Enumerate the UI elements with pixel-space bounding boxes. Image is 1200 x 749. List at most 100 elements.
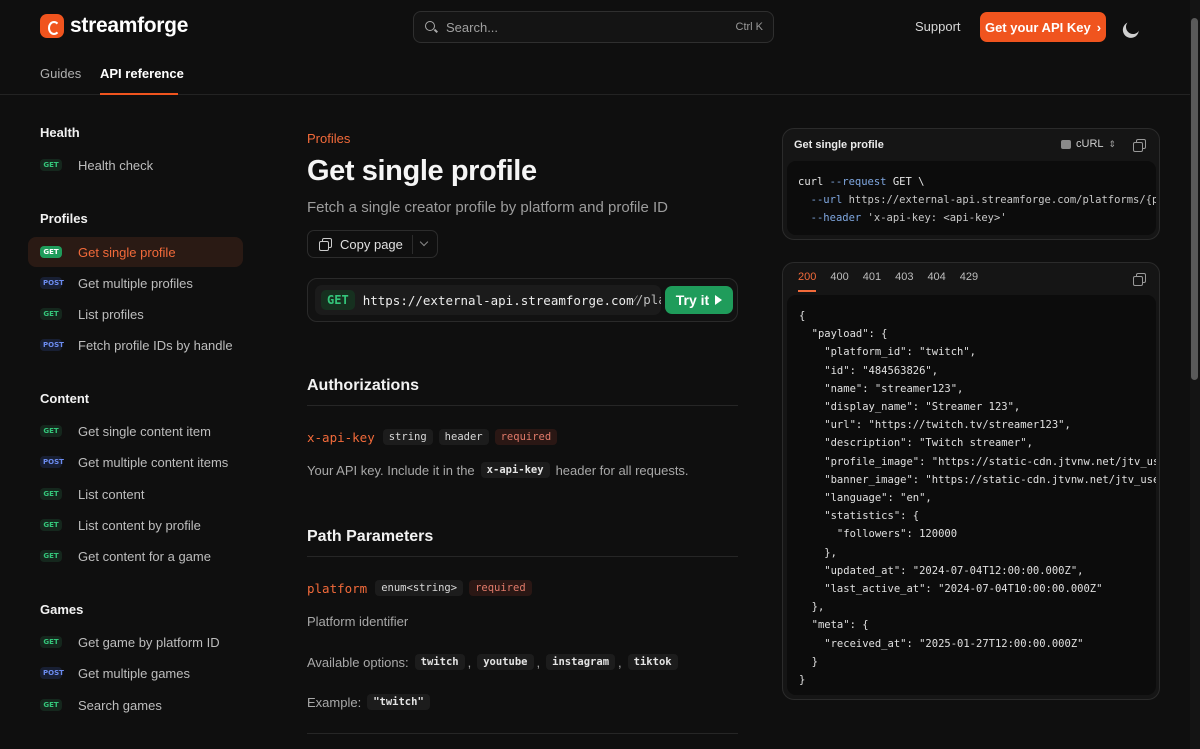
sidebar-item-get-single-content[interactable]: GET Get single content item <box>28 416 243 446</box>
param-type: string <box>382 429 433 445</box>
example-label: Example: <box>307 694 362 710</box>
option-value: youtube <box>477 654 534 670</box>
code-line: "banner_image": "https://static-cdn.jtvn… <box>799 473 1156 486</box>
path-parameters-heading: Path Parameters <box>307 528 434 545</box>
moon-icon[interactable] <box>1124 18 1142 36</box>
brand-logo[interactable]: streamforge <box>40 14 188 38</box>
tab-status-404[interactable]: 404 <box>927 271 945 292</box>
endpoint-url-field[interactable]: GET https://external-api.streamforge.com… <box>315 285 661 315</box>
sidebar-item-label: Health check <box>78 157 154 173</box>
inline-code: x-api-key <box>480 462 550 478</box>
code-line: curl --request GET \ <box>798 176 925 188</box>
search-icon <box>424 20 438 34</box>
code-line: "last_active_at": "2024-07-04T10:00:00.0… <box>799 583 1103 596</box>
brand-name: streamforge <box>70 14 189 37</box>
sidebar-item-get-game-by-platform-id[interactable]: GET Get game by platform ID <box>28 627 243 657</box>
terminal-icon <box>1061 139 1071 149</box>
method-badge: POST <box>40 667 64 679</box>
request-code-block: curl --request GET \ --url https://exter… <box>787 161 1156 235</box>
page-subtitle: Fetch a single creator profile by platfo… <box>307 199 669 216</box>
description-text: Platform identifier <box>307 614 409 629</box>
page-scrollbar-thumb[interactable] <box>1191 18 1198 380</box>
option-value: tiktok <box>627 654 678 670</box>
code-line: --url https://external-api.streamforge.c… <box>810 194 1156 206</box>
code-line: --header 'x-api-key: <api-key>' <box>810 212 1007 224</box>
method-badge: POST <box>40 277 64 289</box>
sidebar-item-get-multiple-games[interactable]: POST Get multiple games <box>28 658 243 688</box>
sidebar-item-fetch-profile-ids[interactable]: POST Fetch profile IDs by handle <box>28 330 243 360</box>
tab-status-429[interactable]: 429 <box>960 271 978 292</box>
chevron-right-icon: › <box>1096 19 1102 35</box>
code-line: "updated_at": "2024-07-04T12:00:00.000Z"… <box>799 564 1084 577</box>
sidebar-item-label: Search games <box>78 697 162 713</box>
sidebar-section-health: Health <box>40 125 80 140</box>
code-line: "name": "streamer123", <box>799 382 964 395</box>
sidebar-item-list-profiles[interactable]: GET List profiles <box>28 299 243 329</box>
code-line: "received_at": "2025-01-27T12:00:00.000Z… <box>799 637 1084 650</box>
code-line: { <box>799 310 806 322</box>
language-select[interactable]: cURL ⇕ <box>1061 138 1116 150</box>
sidebar-item-label: Get single content item <box>78 423 211 439</box>
sidebar-item-label: Get single profile <box>78 244 176 260</box>
copy-icon[interactable] <box>1133 139 1146 152</box>
options-label: Available options: <box>307 654 409 670</box>
top-header: streamforge Search... Ctrl K Support Get… <box>0 0 1200 95</box>
sidebar-item-label: Get multiple games <box>78 665 190 681</box>
get-api-key-button[interactable]: Get your API Key › <box>980 12 1106 42</box>
param-name: platform <box>307 580 368 596</box>
search-placeholder: Search... <box>446 19 499 35</box>
code-line: "payload": { <box>799 328 888 341</box>
example-row: Example: "twitch" <box>307 694 430 710</box>
code-line: "language": "en", <box>799 492 932 505</box>
active-tab-indicator <box>100 93 178 95</box>
copy-page-button[interactable]: Copy page <box>307 230 438 258</box>
sidebar-section-content: Content <box>40 391 90 406</box>
copy-icon[interactable] <box>1133 273 1146 286</box>
sidebar-section-games: Games <box>40 602 84 617</box>
sidebar-item-list-content[interactable]: GET List content <box>28 479 243 509</box>
required-badge: required <box>494 429 558 445</box>
method-badge: GET <box>40 636 62 648</box>
option-value: twitch <box>414 654 465 670</box>
tab-status-403[interactable]: 403 <box>895 271 913 292</box>
sidebar-item-get-multiple-content[interactable]: POST Get multiple content items <box>28 447 243 477</box>
code-line: "url": "https://twitch.tv/streamer123", <box>799 419 1071 432</box>
chevron-down-icon[interactable] <box>419 237 429 247</box>
tab-api-reference[interactable]: API reference <box>100 66 184 81</box>
param-description: Your API key. Include it in the x-api-ke… <box>307 462 689 478</box>
language-label: cURL <box>1076 138 1104 150</box>
tab-status-400[interactable]: 400 <box>830 271 848 292</box>
divider <box>307 556 738 557</box>
try-it-button[interactable]: Try it <box>665 286 733 314</box>
method-badge: POST <box>40 339 64 351</box>
method-badge: GET <box>40 550 62 562</box>
tab-status-401[interactable]: 401 <box>863 271 881 292</box>
param-location: header <box>438 429 489 445</box>
support-link[interactable]: Support <box>915 19 961 34</box>
page-title: Get single profile <box>307 155 537 187</box>
sidebar-item-health-check[interactable]: GET Health check <box>28 150 243 180</box>
method-badge: GET <box>40 246 62 258</box>
breadcrumb[interactable]: Profiles <box>307 131 350 146</box>
method-badge: GET <box>40 519 62 531</box>
example-value: "twitch" <box>367 694 430 710</box>
option-value: instagram <box>546 654 616 670</box>
code-line: "platform_id": "twitch", <box>799 346 977 359</box>
search-input[interactable]: Search... Ctrl K <box>413 11 774 43</box>
sidebar-item-get-multiple-profiles[interactable]: POST Get multiple profiles <box>28 268 243 298</box>
sidebar-item-get-content-for-game[interactable]: GET Get content for a game <box>28 541 243 571</box>
required-badge: required <box>469 580 532 596</box>
tab-guides[interactable]: Guides <box>40 66 81 81</box>
sidebar-item-get-single-profile[interactable]: GET Get single profile <box>28 237 243 267</box>
authorizations-heading: Authorizations <box>307 377 419 394</box>
tab-status-200[interactable]: 200 <box>798 271 817 292</box>
divider <box>307 733 738 734</box>
code-line: } <box>799 674 806 687</box>
get-api-key-label: Get your API Key <box>984 19 1091 35</box>
sidebar-item-list-content-by-profile[interactable]: GET List content by profile <box>28 510 243 540</box>
code-line: "profile_image": "https://static-cdn.jtv… <box>799 455 1156 468</box>
chevron-updown-icon: ⇕ <box>1108 138 1117 149</box>
param-name: x-api-key <box>307 429 375 445</box>
code-line: }, <box>799 546 837 559</box>
sidebar-item-search-games[interactable]: GET Search games <box>28 690 243 720</box>
